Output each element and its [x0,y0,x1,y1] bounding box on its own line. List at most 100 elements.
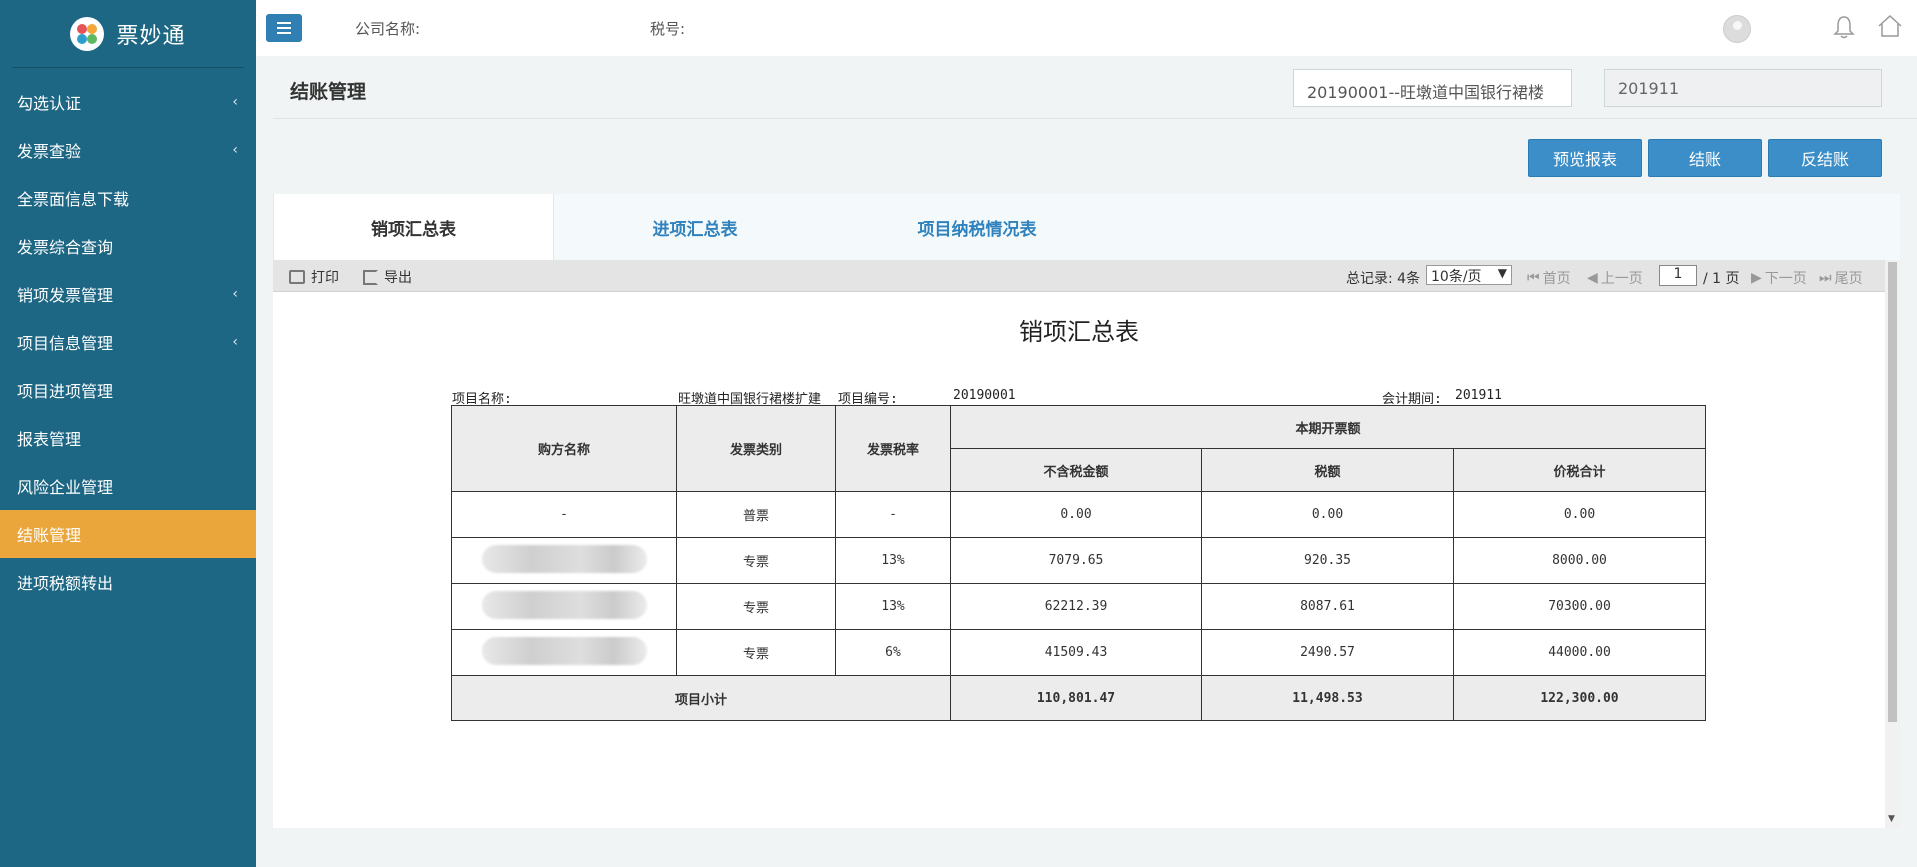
next-page-button[interactable]: ▶ 下一页 [1751,268,1807,288]
sidebar-item-label: 报表管理 [17,430,82,449]
redacted-buyer [481,544,647,573]
cell-total: 70300.00 [1453,583,1706,630]
period-field[interactable]: 201911 [1604,69,1882,107]
total-records: 总记录: 4条 [1346,271,1421,287]
cell-type: 专票 [676,583,836,630]
cell-rate: 13% [835,583,951,630]
sidebar-item-full-download[interactable]: 全票面信息下载 [0,174,256,222]
export-button[interactable]: 导出 [363,267,412,287]
header-tax-rate: 发票税率 [835,405,951,492]
cell-buyer [451,629,677,676]
header-total: 价税合计 [1453,448,1706,492]
subtotal-row: 项目小计 110,801.47 11,498.53 122,300.00 [451,675,1706,721]
sidebar-item-label: 发票综合查询 [17,238,114,257]
sidebar-item-label: 结账管理 [17,526,82,545]
close-account-button[interactable]: 结账 [1648,139,1762,177]
cell-total: 44000.00 [1453,629,1706,676]
app-name: 票妙通 [116,23,186,49]
sidebar-item-invoice-query[interactable]: 发票综合查询 [0,222,256,270]
cell-tax: 8087.61 [1201,583,1454,630]
page-size-value: 10条/页 [1431,269,1482,285]
subtotal-tax: 11,498.53 [1201,675,1454,721]
avatar[interactable] [1723,15,1751,43]
first-page-button[interactable]: ⏮ 首页 [1527,268,1571,288]
sidebar-item-check-cert[interactable]: 勾选认证 ‹ [0,78,256,126]
page-title: 结账管理 [290,81,367,103]
export-label: 导出 [384,270,412,286]
cell-rate: 6% [835,629,951,676]
project-no-value: 20190001 [953,388,1016,403]
cell-type: 专票 [676,629,836,676]
sidebar-item-label: 项目进项管理 [17,382,114,401]
subtotal-amount: 110,801.47 [950,675,1202,721]
cell-amount: 0.00 [950,491,1202,538]
last-page-button[interactable]: ⏭ 尾页 [1819,268,1863,288]
top-bar: 公司名称: 税号: [256,0,1917,56]
cell-tax: 920.35 [1201,537,1454,584]
sidebar-item-project-info[interactable]: 项目信息管理 ‹ [0,318,256,366]
sidebar-menu: 勾选认证 ‹ 发票查验 ‹ 全票面信息下载 发票综合查询 销项发票管理 ‹ 项目… [0,78,256,606]
print-button[interactable]: 打印 [289,267,339,287]
redacted-buyer [481,636,647,665]
chevron-left-icon: ‹ [232,94,238,110]
header-current-invoiced: 本期开票额 [950,405,1706,449]
cell-rate: 13% [835,537,951,584]
header-buyer: 购方名称 [451,405,677,492]
output-summary-table: 购方名称 发票类别 发票税率 本期开票额 不含税金额 税额 价税合计 - 普票 … [451,405,1706,721]
menu-toggle-button[interactable] [266,14,302,42]
first-page-icon: ⏮ [1527,270,1540,286]
sidebar-item-output-invoice[interactable]: 销项发票管理 ‹ [0,270,256,318]
printer-icon [289,270,305,284]
report-tabs: 销项汇总表 进项汇总表 项目纳税情况表 [273,194,1900,260]
page-number-input[interactable]: 1 [1659,265,1697,286]
period-value: 201911 [1455,388,1502,403]
sidebar-item-label: 进项税额转出 [17,574,114,593]
cell-buyer [451,583,677,630]
sidebar-item-label: 全票面信息下载 [17,190,130,209]
last-page-label: 尾页 [1834,271,1863,287]
scroll-down-icon[interactable]: ▼ [1888,814,1895,824]
report-title: 销项汇总表 [1019,318,1139,346]
sidebar-item-reports[interactable]: 报表管理 [0,414,256,462]
sidebar-item-tax-transfer[interactable]: 进项税额转出 [0,558,256,606]
sidebar-item-project-input[interactable]: 项目进项管理 [0,366,256,414]
cell-buyer [451,537,677,584]
sidebar-item-label: 勾选认证 [17,94,82,113]
cell-amount: 41509.43 [950,629,1202,676]
report-toolbar: 打印 导出 总记录: 4条 10条/页 ▼ ⏮ 首页 ◀ 上一页 1 / 1 页… [273,260,1885,292]
cell-amount: 62212.39 [950,583,1202,630]
prev-page-icon: ◀ [1587,270,1598,286]
header-amount-ex-tax: 不含税金额 [950,448,1202,492]
app-logo[interactable]: 票妙通 [12,0,244,68]
preview-report-button[interactable]: 预览报表 [1528,139,1642,177]
page-size-select[interactable]: 10条/页 ▼ [1426,265,1512,285]
subtotal-label: 项目小计 [451,675,951,721]
sidebar-item-label: 发票查验 [17,142,82,161]
reverse-close-button[interactable]: 反结账 [1768,139,1882,177]
tab-project-tax[interactable]: 项目纳税情况表 [836,194,1118,260]
tab-input-summary[interactable]: 进项汇总表 [554,194,836,260]
sidebar-item-invoice-verify[interactable]: 发票查验 ‹ [0,126,256,174]
prev-page-button[interactable]: ◀ 上一页 [1587,268,1643,288]
table-row: 专票 13% 7079.65 920.35 8000.00 [451,537,1706,584]
tax-number-label: 税号: [650,20,686,38]
sidebar: 票妙通 勾选认证 ‹ 发票查验 ‹ 全票面信息下载 发票综合查询 销项发票管理 … [0,0,256,867]
next-page-icon: ▶ [1751,270,1762,286]
scroll-thumb[interactable] [1888,262,1897,722]
chevron-left-icon: ‹ [232,286,238,302]
tab-output-summary[interactable]: 销项汇总表 [273,194,554,260]
sidebar-item-risk[interactable]: 风险企业管理 [0,462,256,510]
bell-icon[interactable] [1833,15,1855,39]
sidebar-item-closing[interactable]: 结账管理 [0,510,256,558]
page-header: 结账管理 20190001--旺墩道中国银行裙楼 201911 [273,57,1917,119]
project-select[interactable]: 20190001--旺墩道中国银行裙楼 [1293,69,1572,107]
home-icon[interactable] [1877,14,1903,38]
logo-icon [70,16,105,51]
chevron-left-icon: ‹ [232,334,238,350]
chevron-left-icon: ‹ [232,142,238,158]
last-page-icon: ⏭ [1819,270,1832,286]
next-page-label: 下一页 [1764,271,1807,287]
vertical-scrollbar[interactable]: ▼ [1885,260,1900,828]
cell-total: 8000.00 [1453,537,1706,584]
redacted-buyer [481,590,647,619]
